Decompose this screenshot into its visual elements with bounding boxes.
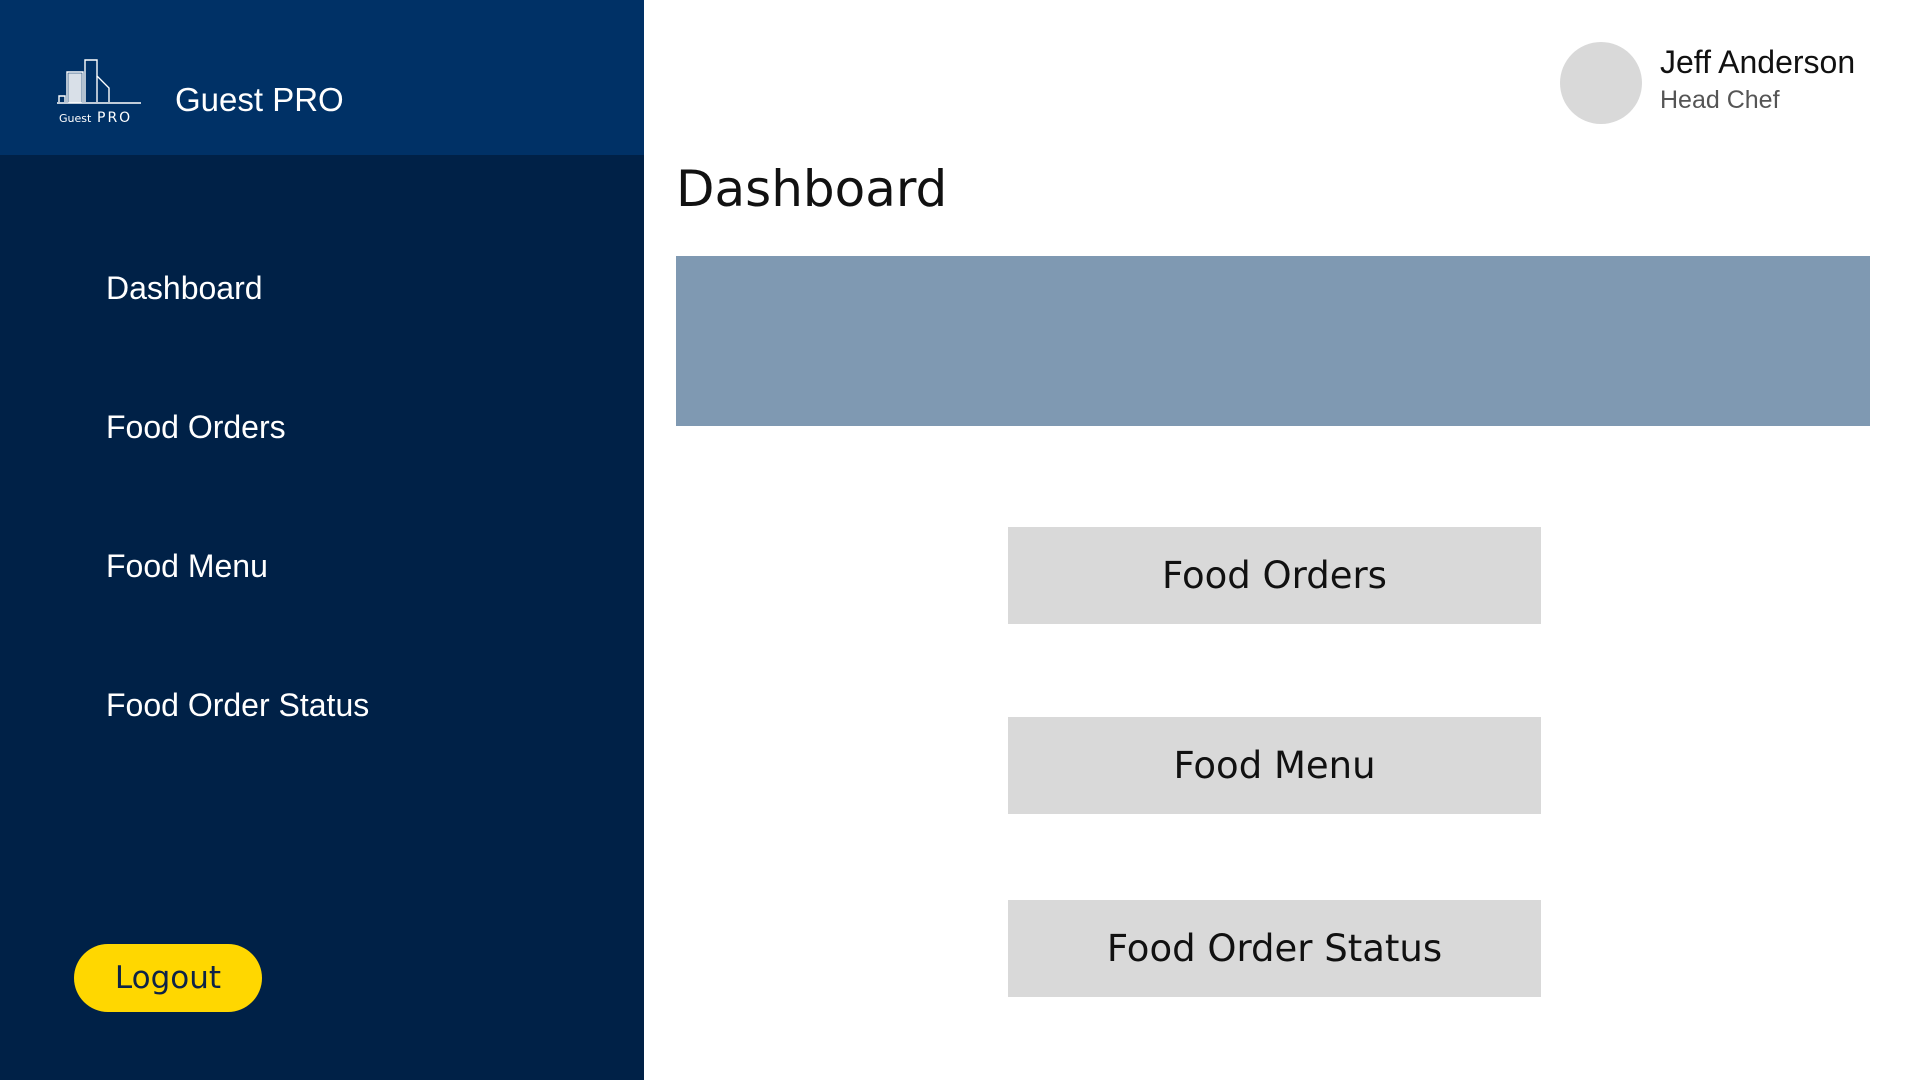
logout-button[interactable]: Logout	[74, 944, 262, 1012]
svg-text:Guest: Guest	[59, 112, 92, 125]
sidebar-item-food-menu[interactable]: Food Menu	[106, 546, 268, 586]
sidebar-item-food-orders[interactable]: Food Orders	[106, 407, 286, 447]
user-name: Jeff Anderson	[1660, 44, 1856, 80]
sidebar: Guest PRO Guest PRO Dashboard Food Order…	[0, 0, 644, 1080]
sidebar-item-food-order-status[interactable]: Food Order Status	[106, 685, 369, 725]
svg-text:PRO: PRO	[97, 110, 132, 126]
banner-panel	[676, 256, 1870, 426]
user-role: Head Chef	[1660, 86, 1780, 114]
food-orders-button[interactable]: Food Orders	[1008, 527, 1541, 624]
food-menu-button[interactable]: Food Menu	[1008, 717, 1541, 814]
brand-header: Guest PRO Guest PRO	[0, 0, 644, 155]
page-title: Dashboard	[676, 160, 948, 218]
building-logo-icon: Guest PRO	[57, 59, 141, 126]
sidebar-item-dashboard[interactable]: Dashboard	[106, 268, 263, 308]
food-order-status-button[interactable]: Food Order Status	[1008, 900, 1541, 997]
brand-title: Guest PRO	[175, 81, 344, 118]
avatar[interactable]	[1560, 42, 1642, 124]
